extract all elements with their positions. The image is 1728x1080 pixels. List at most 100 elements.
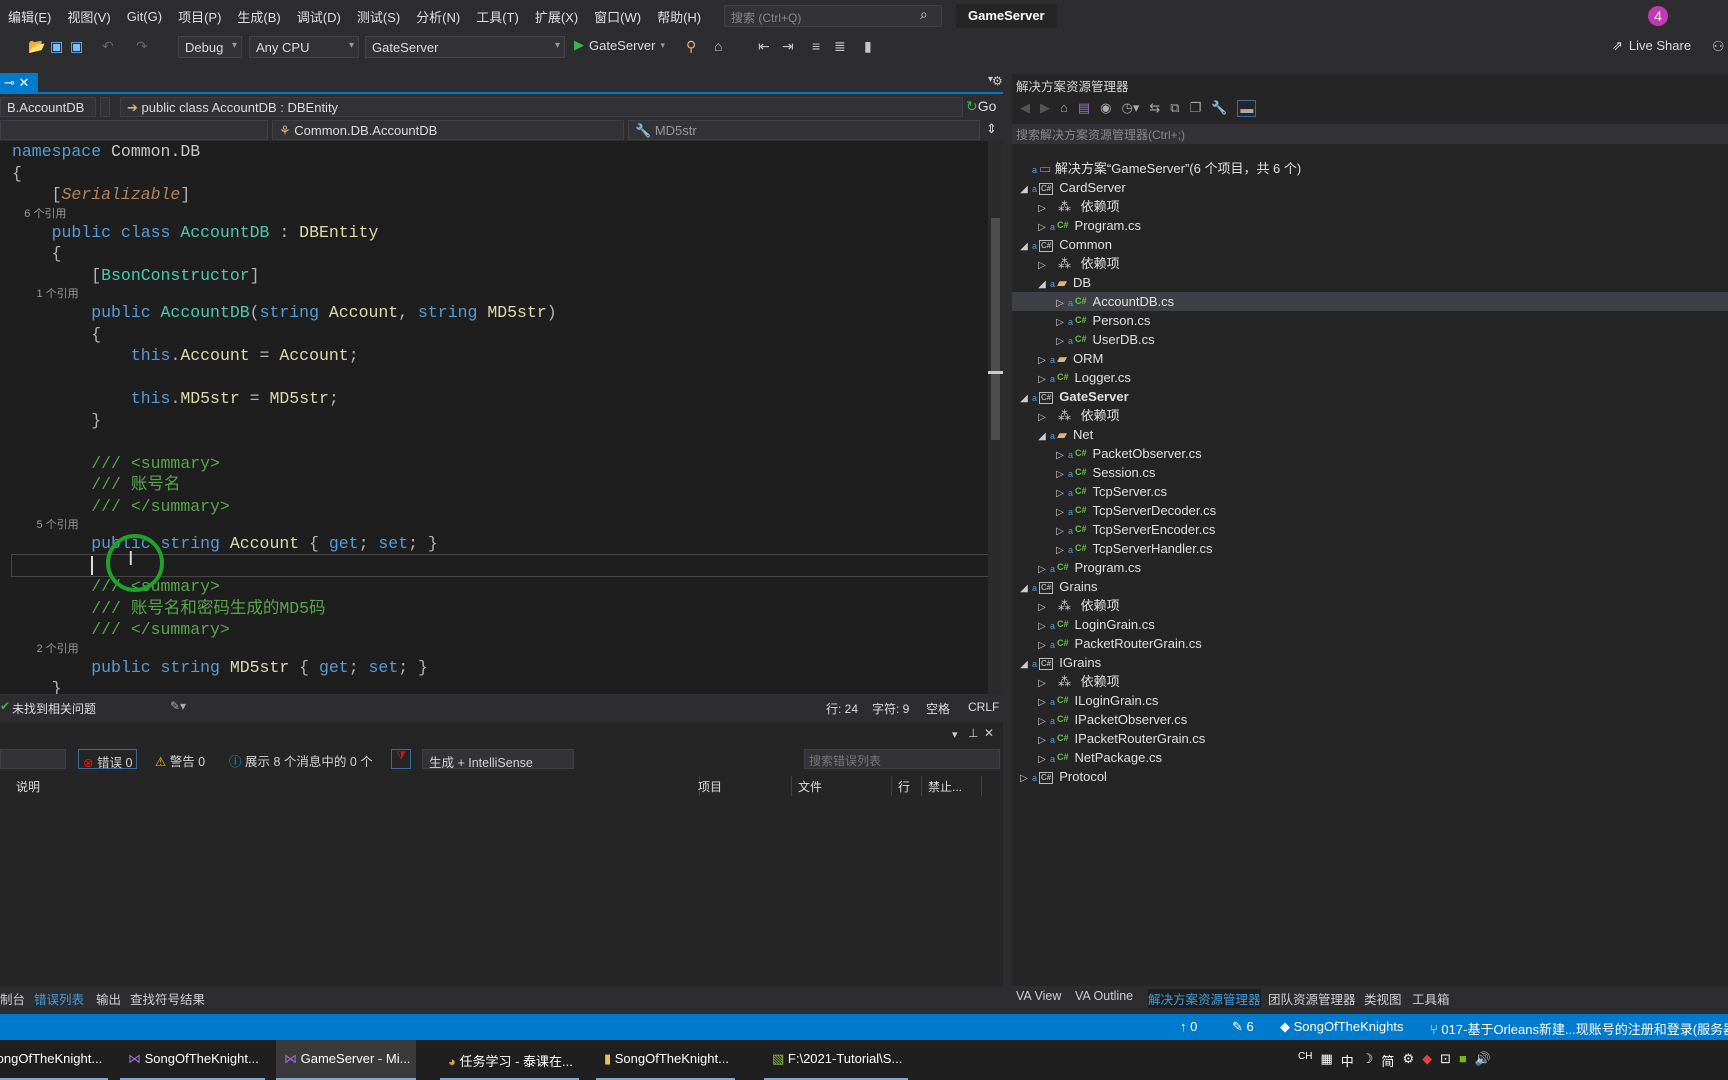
tree-item[interactable]: ▷ a C# UserDB.cs <box>1012 330 1728 349</box>
bottom-tab[interactable]: 制台 <box>0 989 25 1008</box>
bottom-tab[interactable]: VA Outline <box>1075 989 1133 1003</box>
scope-dropdown[interactable] <box>0 749 66 769</box>
network-icon[interactable]: ⊡ <box>1440 1051 1451 1070</box>
platform-dropdown[interactable]: Any CPU <box>249 36 359 58</box>
tree-item[interactable]: ▷ a C# TcpServer.cs <box>1012 482 1728 501</box>
column-header[interactable]: 说明 <box>10 776 700 796</box>
undo-icon[interactable]: ↶ <box>102 38 114 55</box>
menu-item[interactable]: 工具(T) <box>468 7 527 26</box>
push-button[interactable]: ↑ 0 <box>1180 1019 1197 1034</box>
tree-item[interactable]: ▷ a C# TcpServerDecoder.cs <box>1012 501 1728 520</box>
line-ending[interactable]: CRLF <box>968 700 999 714</box>
bottom-tab[interactable]: VA View <box>1016 989 1061 1003</box>
codelens-reference-count[interactable]: 6 个引用 <box>0 206 988 222</box>
tree-item[interactable]: ◢ a C# IGrains <box>1012 653 1728 672</box>
document-tab[interactable]: ⊸ ✕ <box>0 73 38 94</box>
back-icon[interactable]: ◀ <box>1020 100 1030 117</box>
tree-item[interactable]: ▷ a C# Logger.cs <box>1012 368 1728 387</box>
repo-button[interactable]: ◆ SongOfTheKnights <box>1280 1019 1403 1035</box>
tree-item[interactable]: ▷ a C# TcpServerEncoder.cs <box>1012 520 1728 539</box>
account-icon[interactable]: ⚇ <box>1712 38 1725 55</box>
build-filter-dropdown[interactable]: 生成 + IntelliSense <box>422 749 574 770</box>
outdent-icon[interactable]: ⇥ <box>782 38 794 55</box>
quick-search-input[interactable]: 搜索 (Ctrl+Q) <box>724 5 942 27</box>
issues-status[interactable]: 未找到相关问题 <box>12 700 96 717</box>
switch-views-icon[interactable]: ▤ <box>1078 100 1090 117</box>
go-button[interactable]: ↻Go <box>966 98 996 115</box>
column-header[interactable]: 行 <box>892 776 922 796</box>
filter-icon[interactable]: ⧩ <box>391 749 411 769</box>
tree-item[interactable]: ◢ a C# CardServer <box>1012 178 1728 197</box>
pending-changes-icon[interactable]: ◷▾ <box>1122 100 1140 117</box>
taskbar-item[interactable]: ⋈ SongOfTheKnight... <box>120 1040 265 1080</box>
type-dropdown[interactable]: ⚘ Common.DB.AccountDB <box>272 120 624 140</box>
tree-item[interactable]: ▷ a C# Program.cs <box>1012 216 1728 235</box>
split-icon[interactable]: ⇕ <box>986 121 997 137</box>
changes-button[interactable]: ✎ 6 <box>1232 1019 1254 1035</box>
bottom-tab[interactable]: 错误列表 <box>34 989 84 1008</box>
tree-item[interactable]: ▷ a C# PacketObserver.cs <box>1012 444 1728 463</box>
tree-item[interactable]: ▷ a C# NetPackage.cs <box>1012 748 1728 767</box>
scope-dropdown[interactable]: B.AccountDB <box>0 97 96 117</box>
tree-item[interactable]: ▷ ⁂ 依赖项 <box>1012 596 1728 615</box>
menu-item[interactable]: 生成(B) <box>229 7 288 26</box>
member-dropdown[interactable]: ➔ public class AccountDB : DBEntity <box>120 97 963 117</box>
properties-icon[interactable]: 🔧 <box>1211 100 1227 117</box>
taskbar-item[interactable]: ⋈ GameServer - Mi... <box>276 1040 417 1080</box>
ime-indicator[interactable]: 中 <box>1341 1051 1354 1070</box>
tree-item[interactable]: ▷ a C# TcpServerHandler.cs <box>1012 539 1728 558</box>
tree-item[interactable]: ▷ ⁂ 依赖项 <box>1012 406 1728 425</box>
keyboard-icon[interactable]: ▦ <box>1320 1051 1332 1070</box>
preview-icon[interactable]: ▬ <box>1237 100 1257 117</box>
tree-item[interactable]: ◢ a C# GateServer <box>1012 387 1728 406</box>
tree-item[interactable]: ◢ a C# Grains <box>1012 577 1728 596</box>
close-icon[interactable]: ✕ <box>19 75 30 90</box>
moon-icon[interactable]: ☽ <box>1362 1051 1374 1070</box>
menu-item[interactable]: 调试(D) <box>289 7 349 26</box>
home-icon[interactable]: ⌂ <box>714 38 722 54</box>
globe-icon[interactable]: ◉ <box>1100 100 1111 117</box>
indent-icon[interactable]: ⇤ <box>758 38 770 55</box>
column-header[interactable]: 文件 <box>792 776 892 796</box>
taskbar-item[interactable]: ▧ F:\2021-Tutorial\S... <box>764 1040 909 1080</box>
menu-item[interactable]: 帮助(H) <box>649 7 709 26</box>
bottom-tab[interactable]: 查找符号结果 <box>130 989 205 1008</box>
codelens-reference-count[interactable]: 2 个引用 <box>0 641 988 657</box>
tree-item[interactable]: ◢ a ▰ DB <box>1012 273 1728 292</box>
column-header[interactable]: 项目 <box>692 776 792 796</box>
indent-mode[interactable]: 空格 <box>926 700 950 717</box>
uncomment-icon[interactable]: ≣ <box>834 38 846 55</box>
menu-item[interactable]: 视图(V) <box>59 7 118 26</box>
warnings-filter-button[interactable]: ⚠ 警告 0 <box>155 751 205 770</box>
language-indicator[interactable]: CH <box>1298 1051 1312 1070</box>
bottom-tab[interactable]: 团队资源管理器 <box>1268 989 1356 1008</box>
scrollbar-thumb[interactable] <box>991 218 1000 440</box>
taskbar-item[interactable]: SongOfTheKnight... <box>0 1040 109 1080</box>
menu-item[interactable]: 分析(N) <box>408 7 468 26</box>
home-icon[interactable]: ⌂ <box>1060 100 1068 117</box>
save-icon[interactable]: ▣ <box>50 38 63 55</box>
column-number[interactable]: 字符: 9 <box>872 700 909 717</box>
solution-search-input[interactable]: 搜索解决方案资源管理器(Ctrl+;) <box>1012 124 1728 144</box>
codelens-reference-count[interactable]: 5 个引用 <box>0 517 988 533</box>
close-icon[interactable]: ✕ <box>984 726 994 740</box>
errors-filter-button[interactable]: ⊗ 错误 0 <box>78 749 138 770</box>
gear-icon[interactable]: ⚙ <box>992 74 1003 88</box>
forward-icon[interactable]: ▶ <box>1040 100 1050 117</box>
pin-icon[interactable]: ⊥ <box>968 726 978 740</box>
field-dropdown[interactable]: 🔧 MD5str <box>628 120 980 140</box>
tree-item[interactable]: ▷ a C# IPacketObserver.cs <box>1012 710 1728 729</box>
tree-item[interactable]: ▷ a C# LoginGrain.cs <box>1012 615 1728 634</box>
save-all-icon[interactable]: ▣ <box>70 38 83 55</box>
tree-item[interactable]: ◢ a ▰ Net <box>1012 425 1728 444</box>
column-header[interactable]: 禁止... <box>922 776 982 796</box>
config-dropdown[interactable]: Debug <box>178 36 242 58</box>
bottom-tab[interactable]: 输出 <box>96 989 121 1008</box>
collapsed-arrow-icon[interactable]: ▷ <box>1016 769 1032 788</box>
comment-icon[interactable]: ≡ <box>812 38 820 54</box>
tree-item[interactable]: ◢ a C# Common <box>1012 235 1728 254</box>
open-file-icon[interactable]: 📂 <box>28 38 45 55</box>
live-share-button[interactable]: ⇗ Live Share <box>1612 38 1691 54</box>
menu-item[interactable]: 扩展(X) <box>527 7 586 26</box>
tree-item[interactable]: ▷ a C# ILoginGrain.cs <box>1012 691 1728 710</box>
